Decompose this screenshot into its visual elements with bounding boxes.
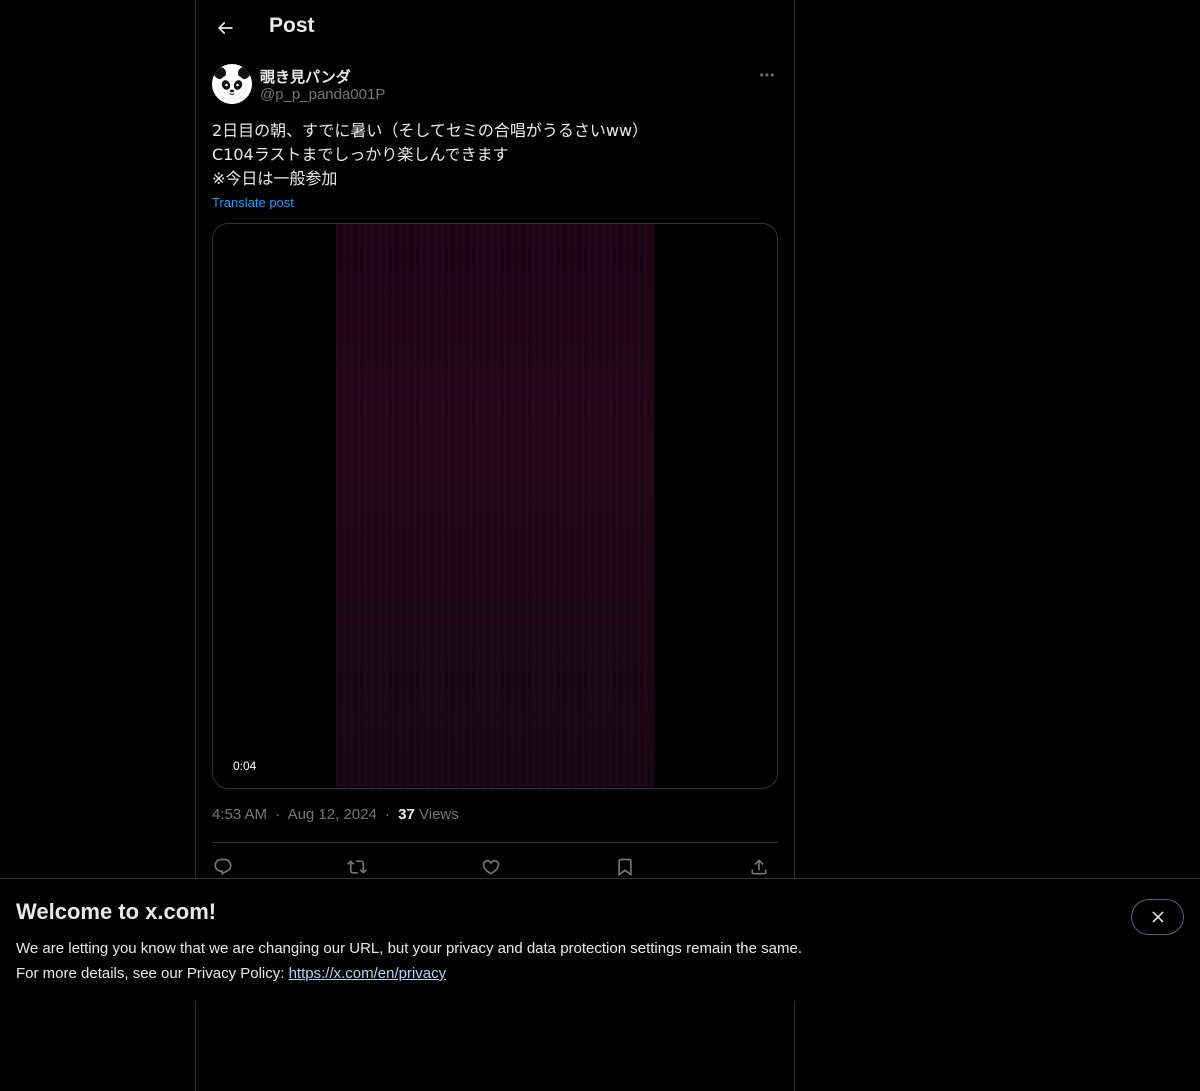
reply-button[interactable] [210, 854, 236, 880]
back-button[interactable] [208, 11, 242, 45]
page-title: Post [269, 14, 315, 37]
repost-icon [347, 860, 367, 874]
video-duration: 0:04 [227, 758, 263, 774]
close-icon [1151, 911, 1164, 923]
post-header: Post [196, 0, 794, 54]
panda-avatar-icon [212, 64, 252, 104]
arrow-left-icon [217, 21, 233, 35]
heart-icon [482, 859, 500, 875]
like-button[interactable] [478, 854, 504, 880]
post-time[interactable]: 4:53 AM [212, 806, 267, 823]
author-handle[interactable]: @p_p_panda001P [260, 86, 385, 103]
avatar[interactable] [212, 64, 252, 104]
views-count: 37 [398, 806, 415, 823]
post-author: 覗き見パンダ @p_p_panda001P [212, 64, 778, 108]
more-horizontal-icon [760, 73, 774, 77]
banner-title: Welcome to x.com! [16, 899, 217, 924]
cookie-banner: Welcome to x.com! We are letting you kno… [0, 878, 1200, 1001]
banner-close-button[interactable] [1131, 899, 1184, 935]
share-button[interactable] [746, 854, 772, 880]
translate-post-link[interactable]: Translate post [212, 195, 294, 210]
post-text-line: ※今日は一般参加 [212, 169, 338, 188]
author-display-name[interactable]: 覗き見パンダ [260, 66, 351, 87]
post-date[interactable]: Aug 12, 2024 [288, 806, 377, 823]
divider [212, 842, 778, 843]
video-player[interactable]: 0:04 [212, 223, 778, 789]
share-icon [751, 859, 767, 875]
bookmark-icon [618, 858, 632, 877]
banner-line-2: For more details, see our Privacy Policy… [16, 961, 802, 986]
more-button[interactable] [756, 64, 778, 86]
views-label: Views [419, 806, 459, 823]
post-text: 2日目の朝、すでに暑い（そしてセミの合唱がうるさいww） C104ラストまでしっ… [212, 119, 778, 191]
banner-line-1: We are letting you know that we are chan… [16, 940, 802, 957]
video-frame [336, 224, 654, 788]
repost-button[interactable] [344, 854, 370, 880]
reply-icon [214, 858, 232, 876]
banner-line-2-prefix: For more details, see our Privacy Policy… [16, 965, 289, 982]
post-actions [212, 854, 778, 880]
post-text-line: 2日目の朝、すでに暑い（そしてセミの合唱がうるさいww） [212, 121, 649, 140]
meta-separator: · [384, 806, 390, 823]
post-text-line: C104ラストまでしっかり楽しんできます [212, 145, 509, 164]
bookmark-button[interactable] [612, 854, 638, 880]
meta-separator: · [275, 806, 281, 823]
banner-text: We are letting you know that we are chan… [16, 936, 802, 986]
privacy-policy-link[interactable]: https://x.com/en/privacy [289, 965, 447, 982]
post-meta: 4:53 AM · Aug 12, 2024 · 37 Views [212, 806, 459, 823]
